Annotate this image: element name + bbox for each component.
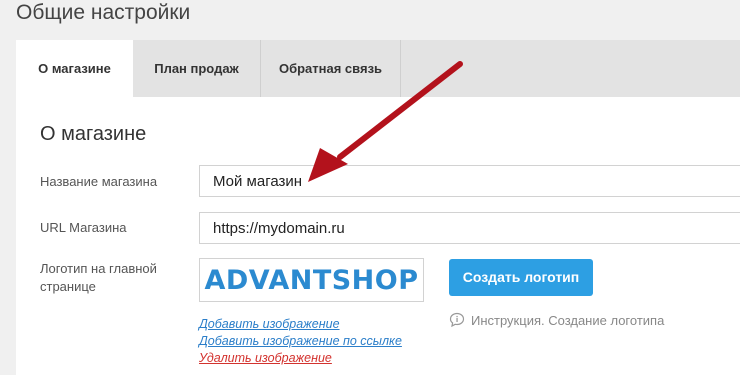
- tab-bar: О магазине План продаж Обратная связь: [16, 40, 740, 97]
- logo-wordmark: ADVANTSHOP: [204, 264, 419, 296]
- store-url-input[interactable]: [199, 212, 740, 244]
- logo-help[interactable]: Инструкция. Создание логотипа: [449, 312, 664, 328]
- tab-sales-plan[interactable]: План продаж: [133, 40, 261, 97]
- create-logo-button[interactable]: Создать логотип: [449, 259, 593, 296]
- page-title: Общие настройки: [16, 1, 191, 24]
- logo-label-line1: Логотип на главной: [40, 261, 157, 276]
- logo-label-line2: странице: [40, 279, 96, 294]
- store-name-label: Название магазина: [40, 174, 158, 189]
- store-url-label: URL Магазина: [40, 220, 127, 235]
- logo-preview: ADVANTSHOP: [199, 258, 424, 302]
- store-name-input[interactable]: [199, 165, 740, 197]
- logo-help-text: Инструкция. Создание логотипа: [471, 312, 665, 328]
- tab-about-store[interactable]: О магазине: [16, 40, 133, 97]
- add-image-by-link-link[interactable]: Добавить изображение по ссылке: [199, 333, 402, 349]
- section-title: О магазине: [40, 123, 147, 145]
- tab-feedback[interactable]: Обратная связь: [261, 40, 401, 97]
- add-image-link[interactable]: Добавить изображение: [199, 316, 340, 332]
- delete-image-link[interactable]: Удалить изображение: [199, 350, 332, 366]
- speech-bubble-info-icon: [449, 312, 465, 328]
